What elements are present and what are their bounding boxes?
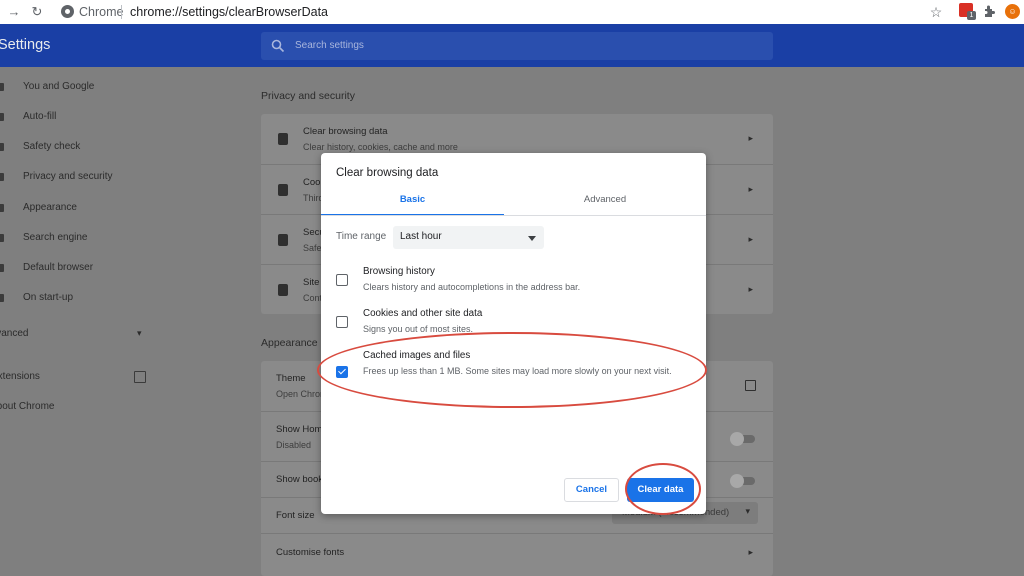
sidebar-item-safety-check[interactable]: Safety check	[0, 137, 150, 157]
chevron-right-icon: ▸	[748, 284, 753, 294]
autofill-icon	[0, 113, 4, 121]
browsing-history-desc: Clears history and autocompletions in th…	[363, 282, 581, 292]
open-in-new-icon	[134, 371, 146, 383]
search-placeholder: Search settings	[295, 40, 364, 51]
row-title: Show Home button	[276, 424, 321, 435]
chevron-down-icon: ▾	[137, 328, 142, 338]
sidebar-item-default-browser[interactable]: Default browser	[0, 258, 150, 278]
palette-icon	[0, 204, 4, 212]
sidebar-item-label: Auto-fill	[23, 111, 57, 122]
search-input[interactable]: Search settings	[261, 32, 773, 60]
sidebar-item-label: Advanced	[0, 328, 29, 339]
sidebar-item-advanced[interactable]: Advanced ▾	[0, 324, 150, 344]
sidebar-item-label: About Chrome	[0, 401, 55, 412]
caret-down-icon: ▾	[745, 506, 750, 516]
page-title: Settings	[0, 37, 51, 53]
row-title: Theme	[276, 373, 306, 384]
lock-icon	[0, 173, 4, 181]
sidebar-item-label: Default browser	[23, 262, 94, 273]
sidebar-item-label: Privacy and security	[23, 171, 113, 182]
row-subtitle: Disabled	[276, 440, 312, 450]
person-icon	[0, 83, 4, 91]
sidebar-item-appearance[interactable]: Appearance	[0, 198, 150, 218]
omnibox-url[interactable]: chrome://settings/clearBrowserData	[130, 4, 328, 20]
search-icon	[0, 234, 4, 242]
row-subtitle: Clear history, cookies, cache and more	[303, 142, 458, 152]
tab-divider	[321, 215, 706, 216]
chrome-site-icon	[61, 5, 74, 18]
extension-badge: 1	[967, 11, 976, 20]
sidebar-item-you-and-google[interactable]: You and Google	[0, 77, 150, 97]
sidebar-item-label: Extensions	[0, 371, 40, 382]
caret-down-icon	[528, 236, 536, 241]
browsing-history-title: Browsing history	[363, 266, 435, 277]
forward-icon[interactable]: →	[6, 4, 22, 20]
row-subtitle: Open Chrome Web Store	[276, 389, 321, 399]
chevron-right-icon: ▸	[748, 184, 753, 194]
privacy-section-title: Privacy and security	[261, 90, 355, 102]
sidebar-item-label: On start-up	[23, 292, 74, 303]
trash-icon	[278, 133, 288, 145]
row-title: Font size	[276, 510, 315, 521]
browser-icon	[0, 264, 4, 272]
browser-toolbar: → ↻ Chrome chrome://settings/clearBrowse…	[0, 0, 1024, 24]
home-button-toggle[interactable]	[730, 432, 755, 446]
power-icon	[0, 294, 4, 302]
chevron-right-icon: ▸	[748, 133, 753, 143]
row-customise-fonts[interactable]: Customise fonts ▸	[261, 533, 773, 573]
sidebar-item-label: Appearance	[23, 202, 77, 213]
sidebar-item-extensions[interactable]: Extensions	[0, 367, 150, 387]
sidebar-item-autofill[interactable]: Auto-fill	[0, 107, 150, 127]
search-icon	[271, 39, 285, 53]
tab-basic[interactable]: Basic	[321, 189, 504, 216]
omnibox-separator	[121, 5, 122, 19]
open-in-new-icon[interactable]	[745, 380, 756, 391]
browsing-history-checkbox[interactable]	[336, 274, 348, 286]
annotation-ellipse-clear-data	[625, 463, 701, 515]
cancel-button[interactable]: Cancel	[564, 478, 619, 502]
cookies-title: Cookies and other site data	[363, 308, 483, 319]
time-range-select[interactable]: Last hour	[393, 226, 544, 249]
chevron-right-icon: ▸	[748, 234, 753, 244]
time-range-value: Last hour	[400, 231, 442, 242]
sidebar-item-on-startup[interactable]: On start-up	[0, 288, 150, 308]
sidebar-item-privacy[interactable]: Privacy and security	[0, 167, 150, 187]
row-title: Show bookmarks bar	[276, 474, 321, 485]
dialog-title: Clear browsing data	[336, 167, 439, 179]
sidebar-item-label: You and Google	[23, 81, 95, 92]
extensions-puzzle-icon[interactable]	[983, 4, 997, 18]
row-title: Site settings	[303, 277, 323, 288]
sliders-icon	[278, 284, 288, 296]
profile-avatar-icon[interactable]: ☺	[1005, 4, 1020, 19]
sidebar-item-label: Search engine	[23, 232, 88, 243]
row-title: Customise fonts	[276, 547, 345, 558]
reload-icon[interactable]: ↻	[29, 4, 45, 20]
row-title: Cookies and other site data	[303, 177, 323, 188]
row-title: Security	[303, 227, 323, 238]
omnibox-site-label: Chrome	[79, 5, 124, 19]
row-title: Clear browsing data	[303, 126, 388, 137]
sidebar-item-label: Safety check	[23, 141, 81, 152]
appearance-section-title: Appearance	[261, 337, 318, 349]
sidebar-item-about[interactable]: About Chrome	[0, 397, 150, 417]
row-subtitle: Third-party cookies are blocked in Incog…	[303, 193, 323, 203]
tab-advanced[interactable]: Advanced	[504, 189, 706, 216]
time-range-label: Time range	[336, 231, 387, 242]
cookies-checkbox[interactable]	[336, 316, 348, 328]
settings-header: Settings Search settings	[0, 24, 1024, 67]
bookmark-star-icon[interactable]: ☆	[928, 4, 944, 20]
shield-icon	[278, 234, 288, 246]
shield-icon	[0, 143, 4, 151]
sidebar-item-search-engine[interactable]: Search engine	[0, 228, 150, 248]
chevron-right-icon: ▸	[748, 547, 753, 557]
cookie-icon	[278, 184, 288, 196]
row-subtitle: Safe Browsing (protection from dangerous…	[303, 243, 323, 253]
row-subtitle: Controls what information sites can use …	[303, 293, 323, 303]
annotation-ellipse-cached-images	[317, 332, 707, 408]
bookmarks-bar-toggle[interactable]	[730, 474, 755, 488]
